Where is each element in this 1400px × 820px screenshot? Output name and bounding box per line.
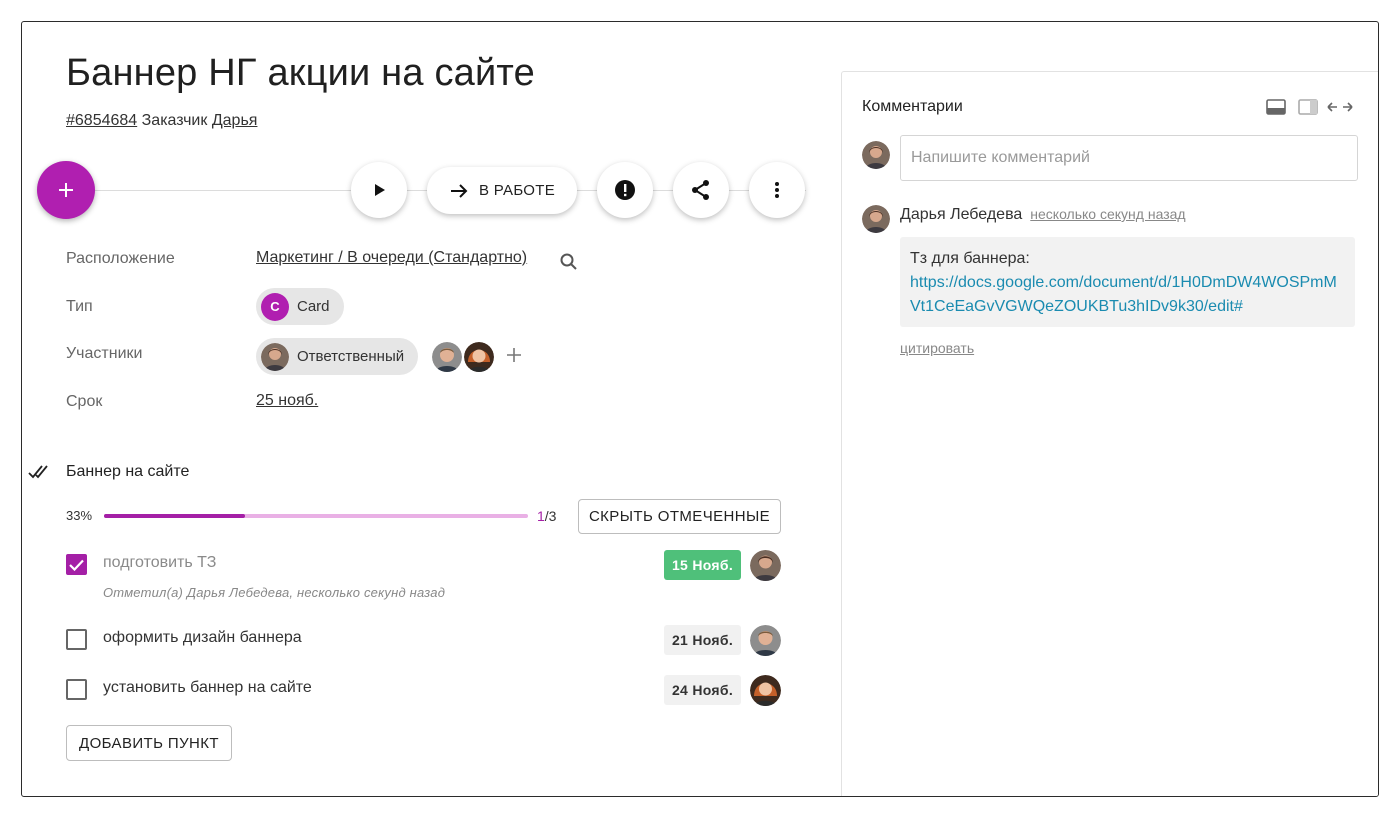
- comments-title: Комментарии: [862, 98, 963, 115]
- comment-link[interactable]: https://docs.google.com/document/d/1H0Dm…: [910, 271, 1345, 319]
- location-label: Расположение: [66, 250, 175, 267]
- location-link[interactable]: Маркетинг / В очереди (Стандартно): [256, 249, 527, 267]
- type-chip[interactable]: C Card: [256, 288, 344, 325]
- progress-done: 1: [537, 508, 545, 524]
- arrow-right-icon: [450, 183, 468, 198]
- checklist-item-text[interactable]: оформить дизайн баннера: [103, 629, 302, 647]
- quote-link[interactable]: цитировать: [900, 340, 974, 356]
- progress-bar: [104, 514, 528, 518]
- customer-label: Заказчик: [141, 112, 208, 129]
- status-button[interactable]: В РАБОТЕ: [427, 167, 577, 214]
- check-icon: [69, 559, 84, 571]
- share-icon: [692, 180, 709, 200]
- task-subline: #6854684 Заказчик Дарья: [66, 112, 257, 130]
- avatar[interactable]: [750, 625, 781, 656]
- comment-time[interactable]: несколько секунд назад: [1030, 206, 1185, 222]
- checklist-item-date[interactable]: 21 Нояб.: [664, 625, 741, 655]
- progress-total: /3: [544, 508, 557, 524]
- more-vert-icon: [775, 182, 779, 198]
- layout-bottom-icon[interactable]: [1266, 99, 1286, 115]
- avatar[interactable]: [750, 550, 781, 581]
- type-value: Card: [297, 298, 330, 315]
- type-label: Тип: [66, 298, 93, 315]
- add-item-button[interactable]: ДОБАВИТЬ ПУНКТ: [66, 725, 232, 761]
- responsible-chip[interactable]: Ответственный: [256, 338, 419, 375]
- checklist-item-checkbox[interactable]: [66, 554, 87, 575]
- checklist-item-text[interactable]: подготовить ТЗ: [103, 554, 216, 572]
- comment-author: Дарья Лебедева: [900, 206, 1023, 223]
- checklist-item-date[interactable]: 15 Нояб.: [664, 550, 741, 580]
- due-label: Срок: [66, 393, 103, 410]
- avatar[interactable]: [750, 675, 781, 706]
- comment-text: Тз для баннера:: [910, 250, 1030, 267]
- status-label: В РАБОТЕ: [478, 182, 556, 199]
- page-title: Баннер НГ акции на сайте: [66, 52, 535, 94]
- hide-checked-button[interactable]: СКРЫТЬ ОТМЕЧЕННЫЕ: [578, 499, 781, 534]
- add-member-button[interactable]: [506, 347, 522, 368]
- expand-horizontal-icon[interactable]: [1327, 101, 1353, 113]
- comment-input[interactable]: [900, 135, 1358, 181]
- more-button[interactable]: [749, 162, 805, 218]
- progress-percent: 33%: [66, 508, 93, 523]
- members-label: Участники: [66, 345, 143, 362]
- share-button[interactable]: [673, 162, 729, 218]
- play-icon: [375, 184, 385, 196]
- checklist-item-checkbox[interactable]: [66, 679, 87, 700]
- task-id-link[interactable]: #6854684: [66, 112, 137, 129]
- play-button[interactable]: [351, 162, 407, 218]
- comments-panel: Комментарии Дарья Лебедева несколько секу…: [841, 71, 1378, 796]
- avatar: [862, 141, 890, 169]
- checklist-item-date[interactable]: 24 Нояб.: [664, 675, 741, 705]
- responsible-label: Ответственный: [297, 348, 405, 365]
- progress-fill: [104, 514, 246, 518]
- type-badge: C: [261, 292, 289, 321]
- exclamation-circle-icon: [615, 180, 635, 200]
- avatar: [261, 342, 289, 371]
- progress-fraction: 1/3: [537, 508, 556, 524]
- checklist-item-text[interactable]: установить баннер на сайте: [103, 679, 312, 697]
- checklist-item-meta: Отметил(а) Дарья Лебедева, несколько сек…: [103, 585, 446, 600]
- avatar[interactable]: [432, 342, 462, 372]
- plus-icon: [59, 183, 73, 197]
- plus-icon: [507, 348, 521, 362]
- due-date-link[interactable]: 25 нояб.: [256, 392, 318, 410]
- customer-link[interactable]: Дарья: [212, 112, 258, 129]
- comment-bubble: Тз для баннера: https://docs.google.com/…: [900, 237, 1355, 327]
- add-button[interactable]: [37, 161, 95, 219]
- search-icon[interactable]: [559, 252, 579, 277]
- priority-button[interactable]: [597, 162, 653, 218]
- double-check-icon: [28, 463, 52, 486]
- avatar: [862, 205, 890, 233]
- layout-side-icon[interactable]: [1298, 99, 1318, 115]
- checklist-item-checkbox[interactable]: [66, 629, 87, 650]
- comment-header: Дарья Лебедева несколько секунд назад: [900, 206, 1186, 224]
- avatar[interactable]: [464, 342, 494, 372]
- checklist-title: Баннер на сайте: [66, 463, 190, 480]
- task-card: Баннер НГ акции на сайте #6854684 Заказч…: [21, 21, 1379, 797]
